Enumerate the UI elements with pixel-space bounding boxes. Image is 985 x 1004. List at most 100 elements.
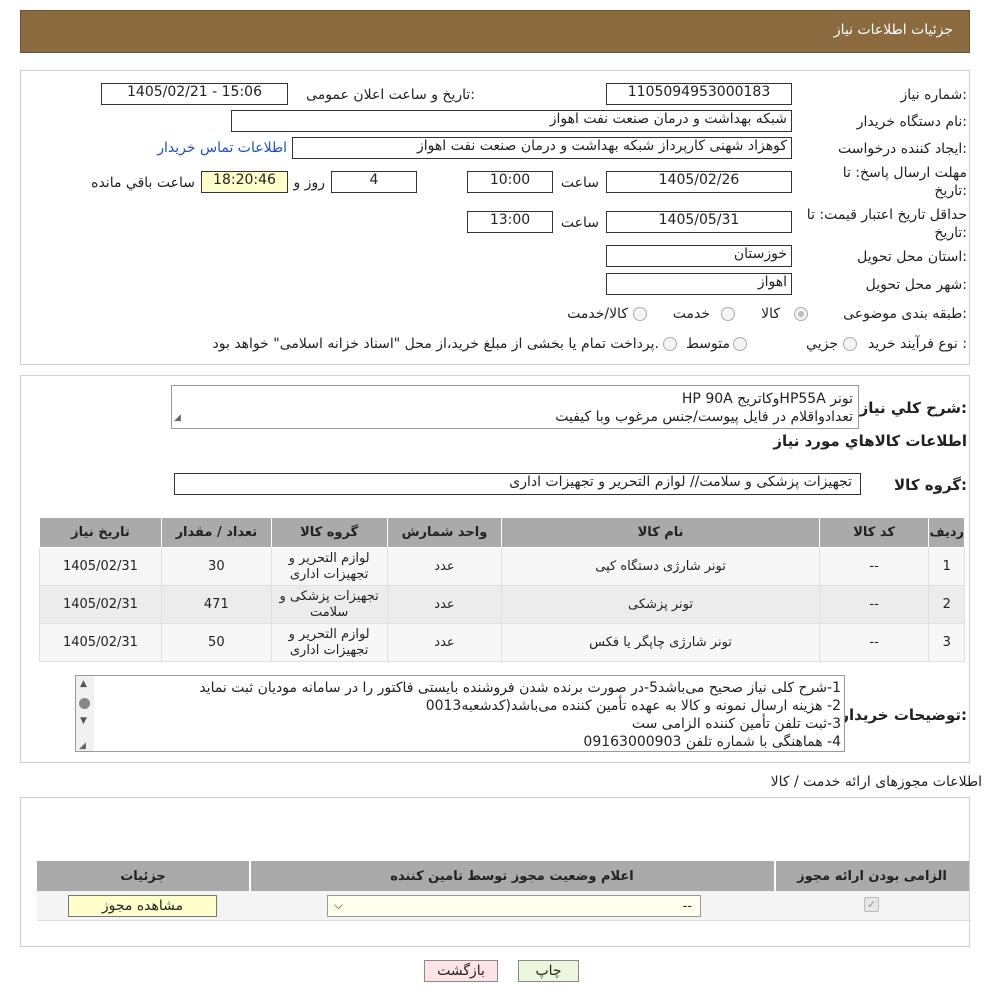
permits-col-details: جزئیات	[120, 869, 166, 884]
permits-col-divider	[249, 861, 251, 891]
col-unit: واحد شمارش	[386, 517, 503, 548]
need-number-field: 1105094953000183	[606, 83, 792, 105]
category-service-label: خدمت	[672, 306, 710, 322]
permit-status-value: --	[682, 899, 692, 914]
deadline-label-2: تاریخ:	[934, 183, 967, 199]
summary-line-1: تونر HP55Aوکاتریج HP 90A	[681, 391, 853, 407]
province-field: خوزستان	[606, 245, 792, 267]
summary-line-2: تعدادواقلام در فایل پیوست/جنس مرغوب وبا …	[555, 409, 853, 425]
cell-date: 1405/02/31	[39, 547, 162, 586]
process-treasury-radio[interactable]	[663, 337, 677, 351]
cell-group-line-1: تجهیزات پزشکی و	[279, 588, 379, 604]
buyer-note-line: 1-شرح کلی نیاز صحیح می‌باشد5-در صورت برن…	[199, 680, 841, 696]
validity-label-2: تاریخ:	[934, 225, 967, 241]
cell-unit: عدد	[386, 623, 503, 662]
days-label: روز و	[293, 175, 326, 191]
col-name: نام کالا	[501, 517, 820, 548]
process-medium-radio[interactable]	[733, 337, 747, 351]
cell-unit: عدد	[386, 585, 503, 624]
buyer-note-line: 2- هزینه ارسال نمونه و کالا به عهده تأمی…	[425, 698, 841, 714]
goods-table: رديف کد کالا نام کالا واحد شمارش گروه کا…	[39, 517, 965, 662]
col-row: رديف	[928, 517, 965, 548]
category-both-radio[interactable]	[633, 307, 647, 321]
cell-group: لوازم التحریر و تجهیزات اداری	[270, 623, 388, 662]
chevron-down-icon[interactable]: ⌵	[334, 898, 343, 913]
cell-unit: عدد	[386, 547, 503, 586]
notes-scrollbar[interactable]: ▲ ▼	[76, 676, 94, 751]
cell-group: لوازم التحریر و تجهیزات اداری	[270, 547, 388, 586]
process-label: نوع فرآیند خرید :	[868, 336, 967, 352]
buyer-note-line: 4- هماهنگی با شماره تلفن 09163000903	[583, 734, 841, 750]
buyer-notes-textarea[interactable]: 1-شرح کلی نیاز صحیح می‌باشد5-در صورت برن…	[75, 675, 845, 752]
col-group: گروه کالا	[270, 517, 388, 548]
validity-label-1: حداقل تاریخ اعتبار قیمت: تا	[806, 207, 967, 223]
goods-group-label: گروه کالا:	[894, 476, 967, 494]
goods-table-wrap: رديف کد کالا نام کالا واحد شمارش گروه کا…	[39, 517, 965, 662]
col-qty: تعداد / مقدار	[160, 517, 272, 548]
buyer-note-line: 3-ثبت تلفن تأمین کننده الزامی ست	[631, 716, 841, 732]
category-goods-label: کالا	[761, 306, 780, 322]
days-field: 4	[331, 171, 417, 193]
table-row: 2 -- تونر پزشکی عدد تجهیزات پزشکی و سلامت…	[39, 585, 965, 624]
cell-code: --	[818, 623, 930, 662]
goods-section-title: اطلاعات کالاهاي مورد نياز	[773, 432, 967, 450]
permits-table: الزامی بودن ارائه مجوز اعلام وضعیت مجوز …	[37, 861, 969, 921]
process-minor-radio[interactable]	[843, 337, 857, 351]
cell-group-line-1: لوازم التحریر و	[288, 550, 370, 566]
cell-code: --	[818, 547, 930, 586]
category-service-radio[interactable]	[721, 307, 735, 321]
cell-name: تونر شارژی دستگاه کپی	[501, 547, 820, 586]
col-date: تاریخ نیاز	[39, 517, 162, 548]
need-number-label: شماره نیاز:	[900, 87, 967, 103]
scroll-up-icon[interactable]: ▲	[80, 679, 87, 689]
permits-col-required: الزامی بودن ارائه مجوز	[797, 869, 947, 884]
table-row: 1 -- تونر شارژی دستگاه کپی عدد لوازم الت…	[39, 547, 965, 586]
permit-required-checkbox[interactable]: ✓	[864, 897, 879, 912]
view-permit-button[interactable]: مشاهده مجوز	[68, 895, 217, 917]
cell-idx: 1	[928, 547, 965, 586]
scroll-down-icon[interactable]: ▼	[80, 716, 87, 726]
cell-group-line-2: سلامت	[309, 604, 349, 620]
province-label: استان محل تحویل:	[857, 249, 967, 265]
summary-label: شرح کلي نياز:	[859, 399, 967, 417]
buyer-org-field: شبکه بهداشت و درمان صنعت نفت اهواز	[231, 110, 792, 132]
creator-label: ایجاد کننده درخواست:	[838, 141, 967, 157]
permits-col-divider	[774, 861, 776, 891]
buyer-notes-label: توضیحات خریدار:	[840, 706, 967, 724]
announce-label: تاریخ و ساعت اعلان عمومی:	[306, 87, 475, 103]
permits-section-title: اطلاعات مجوزهای ارائه خدمت / کالا	[770, 774, 982, 790]
city-field: اهواز	[606, 273, 792, 295]
cell-group-line-2: تجهیزات اداری	[289, 566, 369, 582]
cell-idx: 3	[928, 623, 965, 662]
cell-code: --	[818, 585, 930, 624]
category-goods-radio[interactable]	[794, 307, 808, 321]
col-code: کد کالا	[818, 517, 930, 548]
cell-date: 1405/02/31	[39, 585, 162, 624]
cell-qty: 30	[160, 547, 272, 586]
back-button[interactable]: بازگشت	[424, 960, 498, 982]
process-note: پرداخت تمام یا بخشی از مبلغ خرید،از محل …	[212, 336, 659, 352]
city-label: شهر محل تحویل:	[865, 277, 967, 293]
validity-time-label: ساعت	[560, 215, 599, 231]
remaining-label: ساعت باقي مانده	[91, 175, 195, 191]
cell-name: تونر پزشکی	[501, 585, 820, 624]
deadline-time-label: ساعت	[560, 175, 599, 191]
buyer-contact-link[interactable]: اطلاعات تماس خریدار	[157, 140, 287, 156]
cell-name: تونر شارژی چاپگر یا فکس	[501, 623, 820, 662]
scroll-thumb[interactable]	[79, 698, 90, 709]
validity-time-field: 13:00	[467, 211, 553, 233]
cell-idx: 2	[928, 585, 965, 624]
buyer-org-label: نام دستگاه خریدار:	[856, 114, 967, 130]
permits-col-status: اعلام وضعیت مجوز توسط تامین کننده	[390, 869, 634, 884]
permit-status-select[interactable]: -- ⌵	[327, 895, 701, 917]
cell-qty: 471	[160, 585, 272, 624]
print-button[interactable]: چاپ	[518, 960, 579, 982]
resize-grip-icon[interactable]: ◢	[174, 409, 181, 427]
page-header: جزئیات اطلاعات نیاز	[20, 10, 970, 53]
creator-field: کوهزاد شهنی کارپرداز شبکه بهداشت و درمان…	[292, 137, 792, 159]
resize-grip-icon[interactable]: ◢	[79, 741, 86, 751]
cell-group: تجهیزات پزشکی و سلامت	[270, 585, 388, 624]
summary-textarea[interactable]: تونر HP55Aوکاتریج HP 90A تعدادواقلام در …	[171, 385, 859, 429]
goods-group-field: تجهیزات پزشکی و سلامت// لوازم التحریر و …	[174, 473, 861, 495]
cell-date: 1405/02/31	[39, 623, 162, 662]
